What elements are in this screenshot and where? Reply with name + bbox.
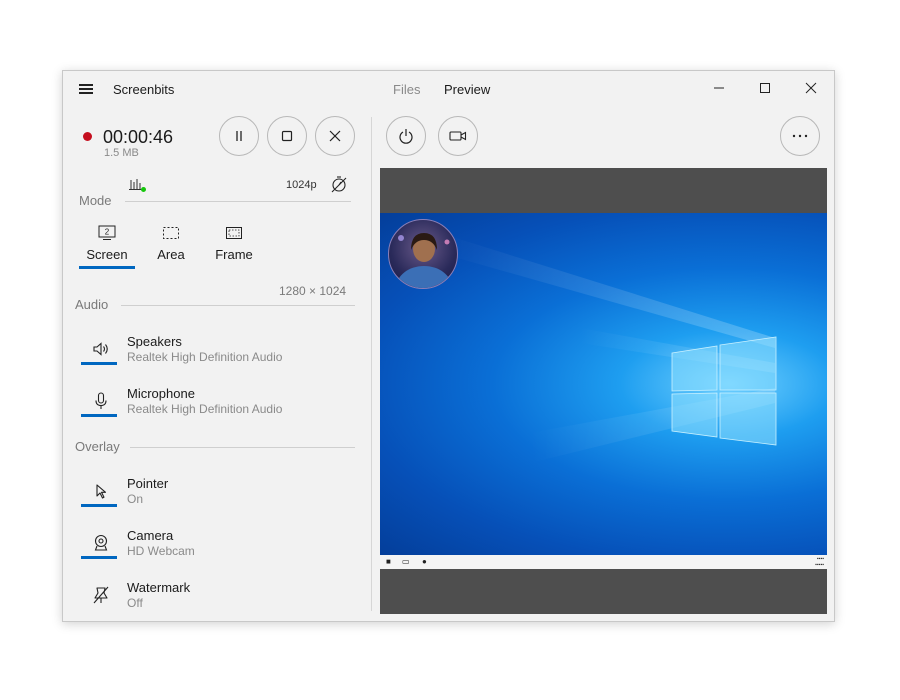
microphone-icon	[95, 392, 107, 409]
mode-frame-label: Frame	[215, 247, 253, 262]
overlay-pointer-toggle[interactable]: Pointer On	[79, 475, 355, 519]
frame-icon	[226, 227, 242, 239]
tab-files[interactable]: Files	[393, 82, 420, 97]
watermark-off-icon	[93, 586, 109, 604]
pause-button[interactable]	[219, 116, 259, 156]
camera-device: HD Webcam	[127, 544, 195, 558]
taskbar-clock: ▪▪▪▪ ▪▪▪▪▪	[815, 556, 824, 568]
task-view-icon: ▭	[402, 557, 410, 566]
speakers-device: Realtek High Definition Audio	[127, 350, 283, 364]
pointer-icon	[96, 484, 107, 499]
close-icon	[805, 82, 817, 94]
speakers-name: Speakers	[127, 334, 182, 349]
app-window: Screenbits Files Preview 00:00:46 1.5 MB	[62, 70, 835, 622]
power-button[interactable]	[386, 116, 426, 156]
taskbar-app-icon: ●	[422, 557, 427, 566]
overlay-section-label: Overlay	[75, 439, 120, 454]
pointer-name: Pointer	[127, 476, 169, 491]
speakers-active-indicator	[81, 362, 117, 365]
capture-dimensions: 1280 × 1024	[279, 284, 347, 298]
stop-button[interactable]	[267, 116, 307, 156]
preview-taskbar: ■ ▭ ● ▪▪▪▪ ▪▪▪▪▪	[380, 555, 827, 569]
close-icon	[329, 130, 341, 142]
recording-indicator	[83, 132, 92, 141]
overlay-camera-toggle[interactable]: Camera HD Webcam	[79, 527, 355, 571]
maximize-button[interactable]	[742, 71, 788, 105]
title-bar: Screenbits Files Preview	[63, 71, 834, 107]
recording-timer: 00:00:46	[103, 127, 174, 147]
more-icon	[792, 134, 808, 138]
webcam-overlay-bubble	[388, 219, 458, 289]
overlay-divider	[130, 447, 355, 448]
person-avatar	[396, 233, 452, 288]
camera-name: Camera	[127, 528, 174, 543]
screen-number: 2	[105, 228, 110, 237]
pause-icon	[236, 131, 242, 141]
more-options-button[interactable]	[780, 116, 820, 156]
video-camera-button[interactable]	[438, 116, 478, 156]
start-menu-icon: ■	[386, 557, 391, 566]
panel-divider	[371, 117, 372, 611]
watermark-name: Watermark	[127, 580, 191, 595]
microphone-device: Realtek High Definition Audio	[127, 402, 283, 416]
camera-active-indicator	[81, 556, 117, 559]
audio-speakers-toggle[interactable]: Speakers Realtek High Definition Audio	[79, 333, 355, 377]
speaker-icon	[93, 342, 108, 356]
audio-divider	[121, 305, 355, 306]
level-dot	[141, 187, 146, 192]
pointer-active-indicator	[81, 504, 117, 507]
watermark-status: Off	[127, 596, 143, 610]
stop-icon	[281, 130, 293, 142]
audio-section-label: Audio	[75, 297, 109, 312]
mode-section-label: Mode	[79, 193, 112, 208]
mode-divider	[125, 201, 351, 202]
area-select-icon	[163, 227, 179, 239]
mode-area-label: Area	[157, 247, 185, 262]
status-row: 1024p	[129, 175, 354, 195]
recording-file-size: 1.5 MB	[104, 147, 139, 159]
screen-preview: ■ ▭ ● ▪▪▪▪ ▪▪▪▪▪	[380, 168, 827, 614]
close-window-button[interactable]	[788, 71, 834, 105]
webcam-icon	[94, 534, 108, 551]
monitor-icon: 2	[98, 225, 116, 240]
microphone-active-indicator	[81, 414, 117, 417]
resolution-label: 1024p	[286, 179, 317, 191]
pointer-status: On	[127, 492, 144, 506]
tab-preview[interactable]: Preview	[444, 82, 490, 97]
overlay-watermark-toggle[interactable]: Watermark Off	[79, 579, 355, 623]
app-title: Screenbits	[113, 82, 175, 97]
maximize-icon	[760, 83, 770, 93]
hamburger-menu-icon[interactable]	[75, 80, 97, 98]
microphone-name: Microphone	[127, 386, 195, 401]
mode-screen-label: Screen	[86, 247, 128, 262]
desktop-wallpaper	[380, 213, 827, 555]
mode-frame-button[interactable]: Frame	[209, 221, 259, 269]
minimize-icon	[714, 87, 724, 89]
selected-mode-indicator	[79, 266, 135, 269]
cancel-recording-button[interactable]	[315, 116, 355, 156]
mode-area-button[interactable]: Area	[147, 221, 195, 269]
video-camera-icon	[449, 131, 467, 141]
minimize-button[interactable]	[696, 71, 742, 105]
audio-microphone-toggle[interactable]: Microphone Realtek High Definition Audio	[79, 385, 355, 429]
timer-off-icon[interactable]	[330, 175, 348, 193]
mode-screen-button[interactable]: 2 Screen	[79, 221, 135, 269]
power-icon	[399, 129, 413, 144]
